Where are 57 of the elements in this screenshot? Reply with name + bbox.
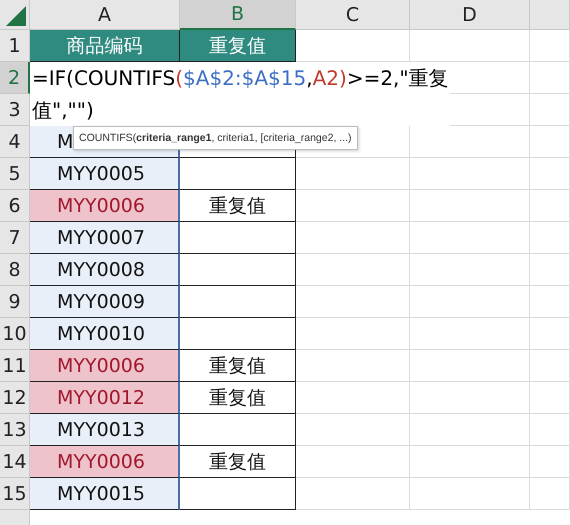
cell-value: MYY0008 [57, 258, 145, 280]
row-header[interactable]: 10 [0, 318, 30, 350]
cell-value: MYY0006 [57, 450, 145, 472]
row-header[interactable]: 5 [0, 158, 30, 190]
table-cell [530, 478, 570, 510]
select-all-icon [4, 4, 26, 26]
row-header[interactable]: 6 [0, 190, 30, 222]
column-header[interactable]: D [410, 0, 530, 30]
row-header[interactable]: 7 [0, 222, 30, 254]
cell-value: MYY0006 [57, 194, 145, 216]
select-all-corner[interactable] [0, 0, 30, 30]
cell-value: 重复值 [209, 386, 266, 410]
table-cell [530, 158, 570, 190]
row-header[interactable]: 14 [0, 446, 30, 478]
table-cell [530, 190, 570, 222]
table-cell [530, 446, 570, 478]
table-cell [530, 62, 570, 94]
cell-value: MYY0007 [57, 226, 145, 248]
cell-value: 重复值 [209, 194, 266, 218]
table-cell [530, 414, 570, 446]
table-cell [530, 222, 570, 254]
table-cell [530, 126, 570, 158]
table-cell [530, 254, 570, 286]
function-tooltip: COUNTIFS(criteria_range1, criteria1, [criteria_range2, ...) [73, 126, 358, 150]
cell-value: MYY0006 [57, 354, 145, 376]
table-cell [530, 286, 570, 318]
cell-value: MYY0005 [57, 162, 145, 184]
row-header[interactable]: 2 [0, 62, 30, 94]
cell-value: MYY0013 [57, 418, 145, 440]
table-cell [530, 30, 570, 62]
row-header[interactable]: 1 [0, 30, 30, 62]
cell-value: MYY0012 [57, 386, 145, 408]
formula-editor[interactable]: =IF(COUNTIFS($A$2:$A$15,A2)>=2,"重复值","") [30, 62, 450, 126]
table-cell [530, 94, 570, 126]
table-cell [530, 350, 570, 382]
column-header[interactable] [530, 0, 570, 30]
column-header[interactable]: A [30, 0, 180, 30]
table-cell [530, 318, 570, 350]
row-header[interactable]: 4 [0, 126, 30, 158]
row-header[interactable]: 9 [0, 286, 30, 318]
row-header[interactable]: 8 [0, 254, 30, 286]
table-cell [530, 382, 570, 414]
row-header[interactable]: 3 [0, 94, 30, 126]
cell-value: MYY0009 [57, 290, 145, 312]
row-header[interactable]: 12 [0, 382, 30, 414]
cell-value: MYY0015 [57, 482, 145, 504]
row-header[interactable]: 11 [0, 350, 30, 382]
column-title: 商品编码 [66, 34, 142, 58]
column-title: 重复值 [209, 34, 266, 58]
cell-value: 重复值 [209, 354, 266, 378]
cell-value: 重复值 [209, 450, 266, 474]
column-header[interactable]: C [296, 0, 410, 30]
cell-value: MYY0010 [57, 322, 145, 344]
cell-value: M [57, 130, 74, 152]
row-header[interactable]: 13 [0, 414, 30, 446]
column-header[interactable]: B [180, 0, 296, 30]
row-header[interactable]: 15 [0, 478, 30, 510]
